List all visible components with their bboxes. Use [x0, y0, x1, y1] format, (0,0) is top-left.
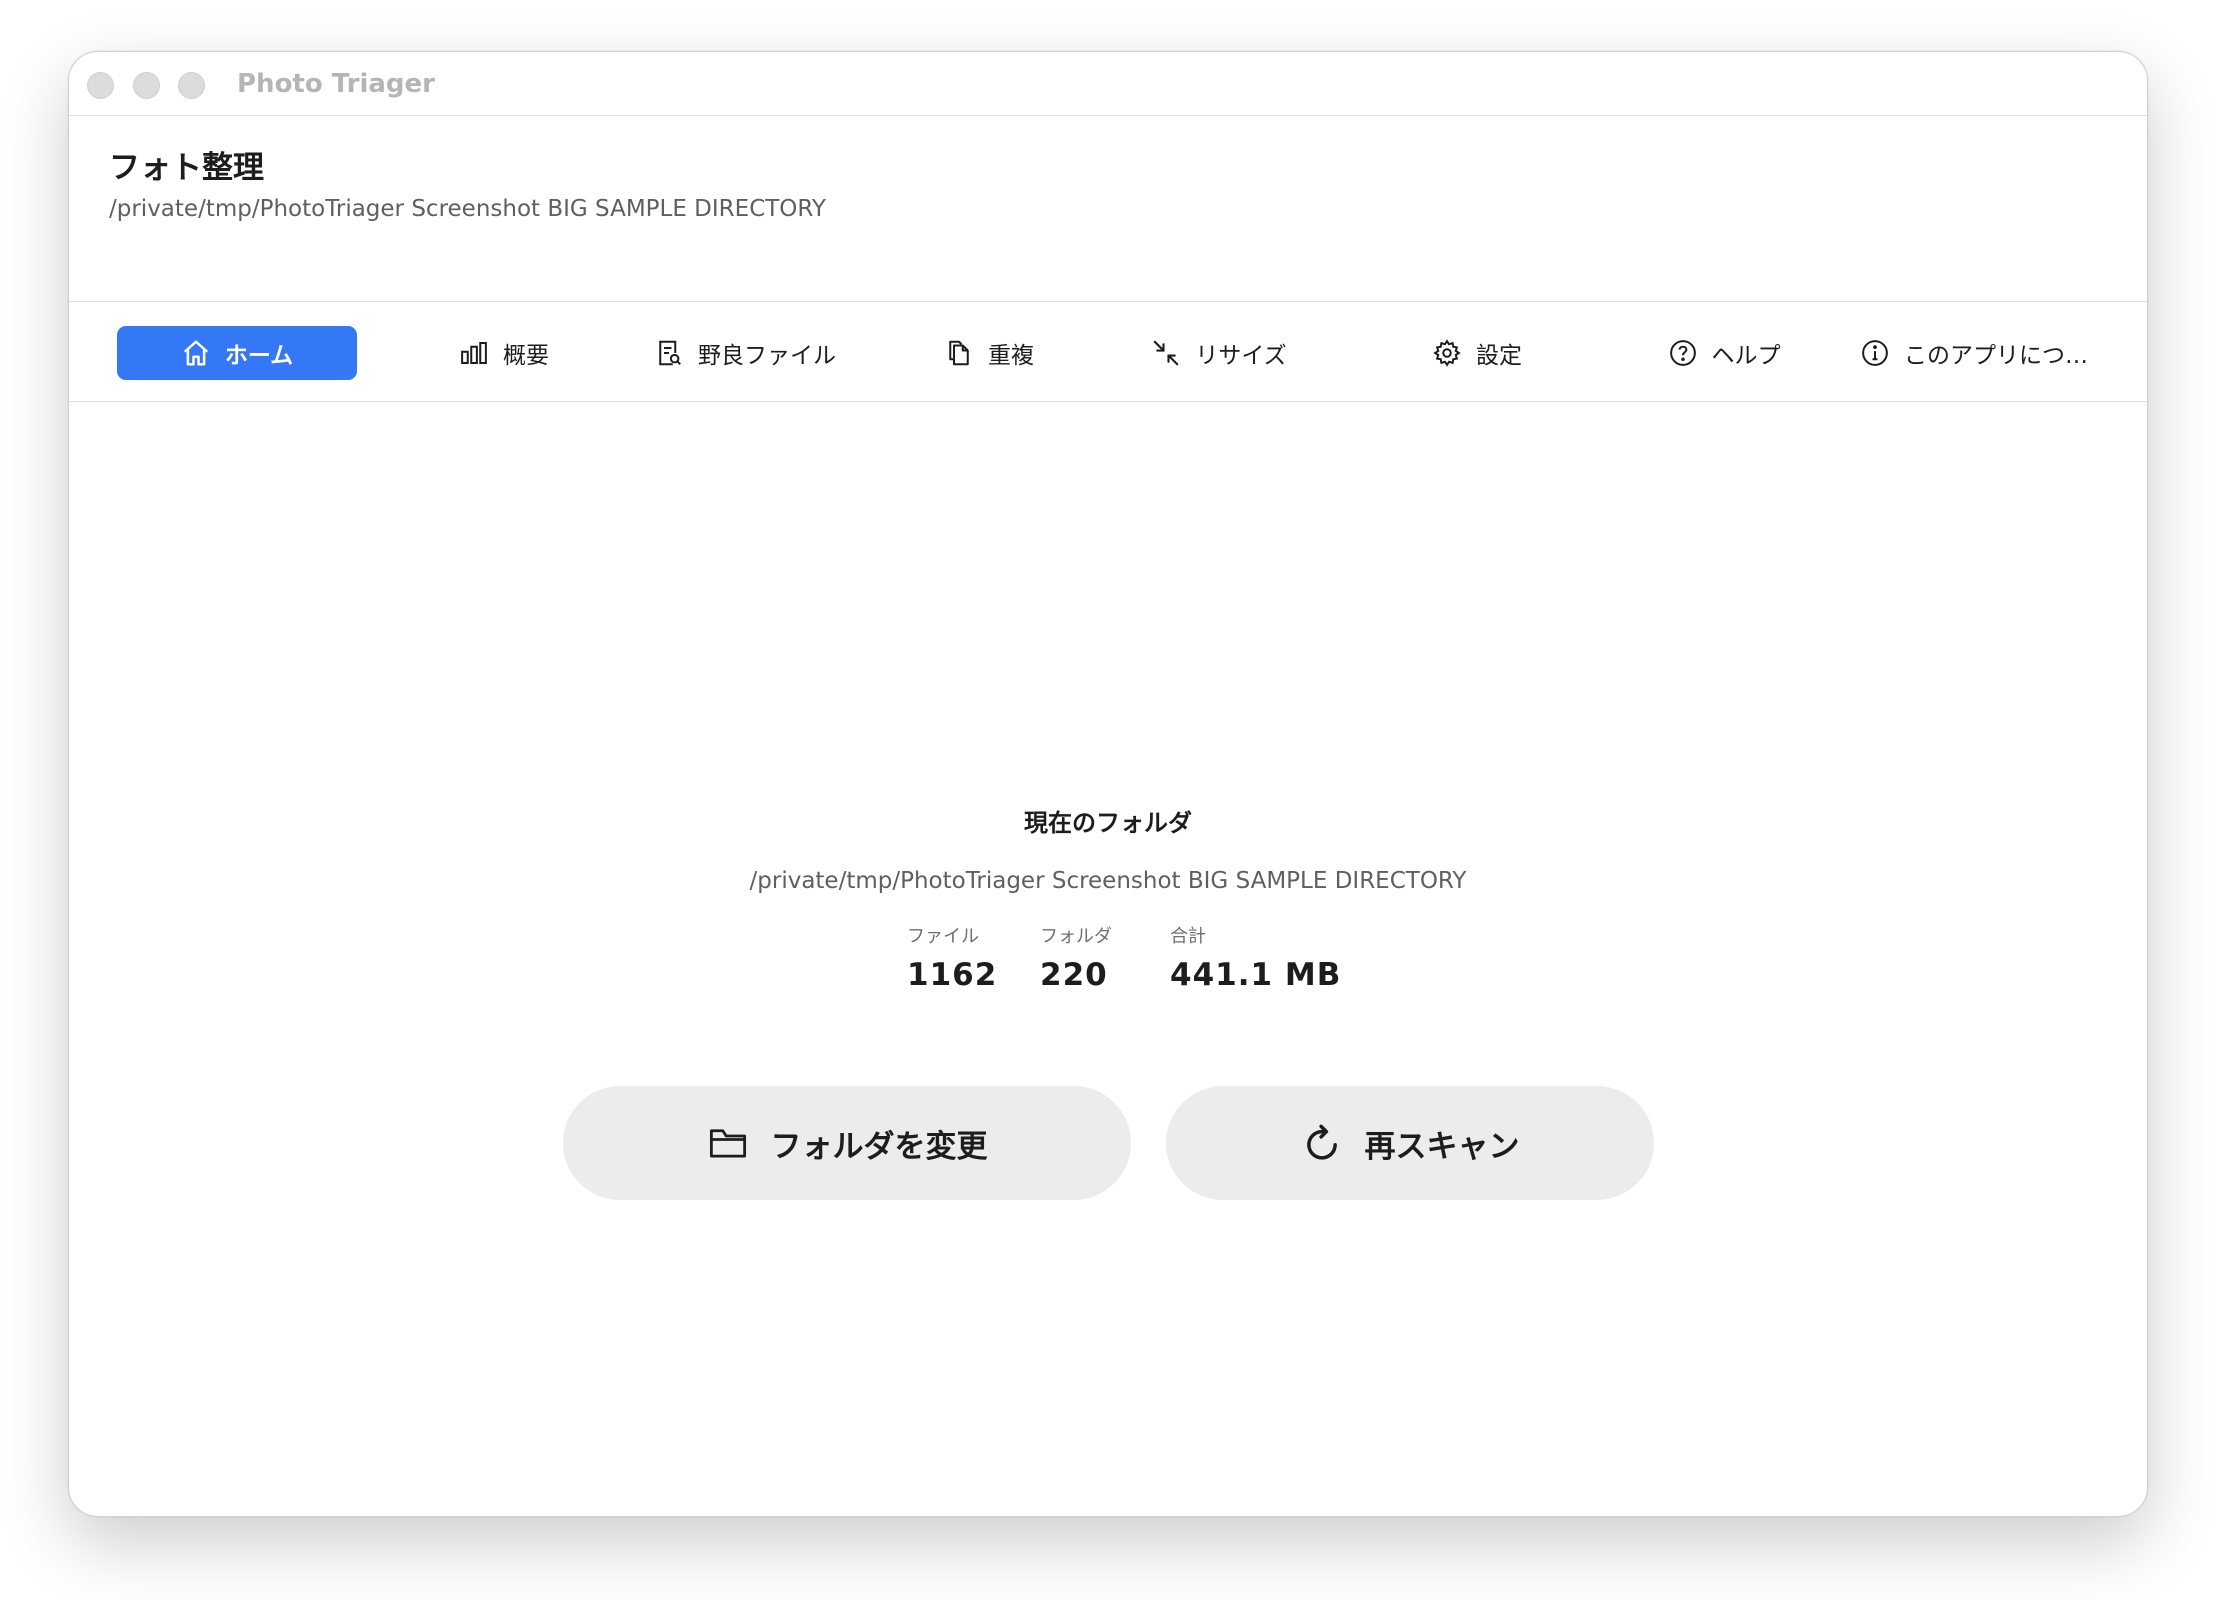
title-bar: Photo Triager	[69, 52, 2147, 116]
stat-total: 合計 441.1 MB	[1170, 924, 1341, 996]
stat-files-value: 1162	[907, 957, 998, 993]
folder-icon	[709, 1129, 746, 1158]
stat-files-label: ファイル	[907, 926, 979, 947]
zoom-window-button[interactable]	[178, 72, 205, 99]
refresh-icon	[1306, 1124, 1337, 1160]
minimize-window-button[interactable]	[133, 72, 160, 99]
app-window: Photo Triager フォト整理 /private/tmp/PhotoTr…	[68, 51, 2148, 1517]
current-folder-path: /private/tmp/PhotoTriager Screenshot BIG…	[749, 868, 1467, 894]
stat-folders-value: 220	[1040, 957, 1108, 993]
app-header: フォト整理 /private/tmp/PhotoTriager Screensh…	[69, 116, 2147, 402]
app-title: フォト整理	[109, 150, 264, 186]
stat-total-value: 441.1 MB	[1170, 957, 1342, 993]
rescan-button[interactable]: 再スキャン	[1166, 1086, 1654, 1200]
rescan-label: 再スキャン	[1364, 1128, 1520, 1165]
stat-folders-label: フォルダ	[1040, 926, 1112, 947]
close-window-button[interactable]	[87, 72, 114, 99]
change-folder-label: フォルダを変更	[770, 1128, 988, 1165]
home-content: 現在のフォルダ /private/tmp/PhotoTriager Screen…	[69, 338, 2147, 1516]
stat-files: ファイル 1162	[907, 924, 997, 996]
stat-total-label: 合計	[1170, 926, 1206, 947]
stat-folders: フォルダ 220	[1040, 924, 1112, 996]
header-folder-path: /private/tmp/PhotoTriager Screenshot BIG…	[109, 196, 826, 222]
current-folder-heading: 現在のフォルダ	[1024, 809, 1192, 837]
window-title: Photo Triager	[237, 69, 435, 99]
change-folder-button[interactable]: フォルダを変更	[563, 1086, 1131, 1200]
